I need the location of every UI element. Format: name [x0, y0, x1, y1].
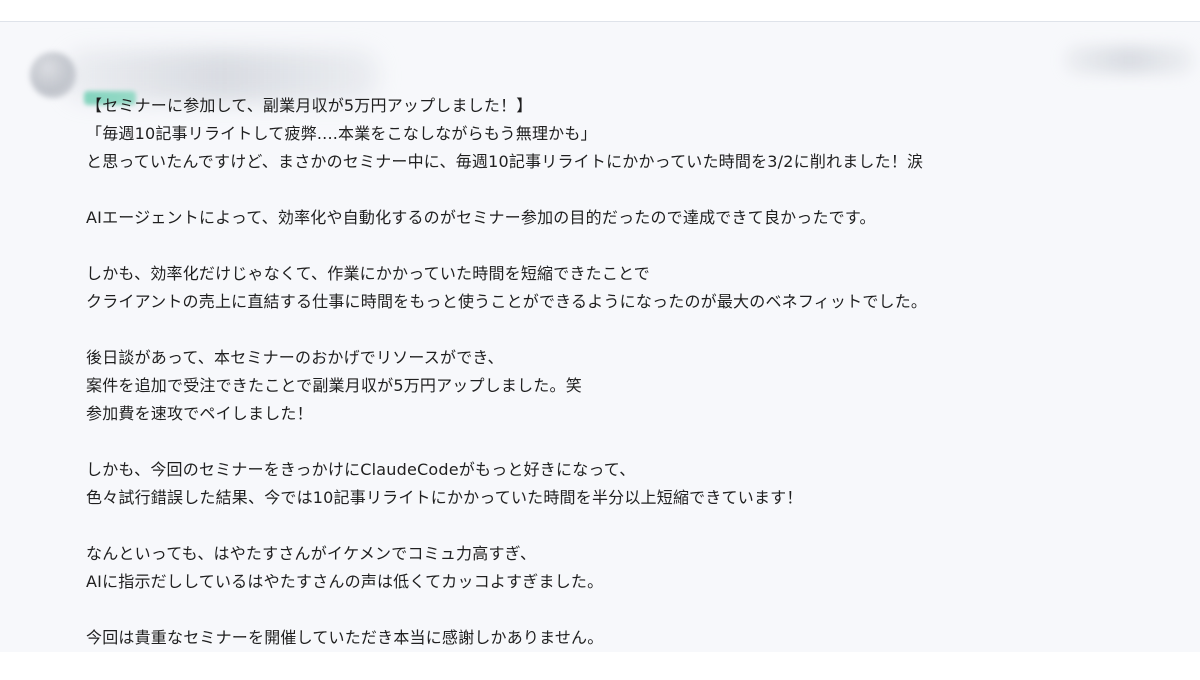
message-line: AIに指示だししているはやたすさんの声は低くてカッコよすぎました。 [86, 572, 604, 591]
message-line: クライアントの売上に直結する仕事に時間をもっと使うことができるようになったのが最… [86, 292, 928, 311]
message-line: 今回は貴重なセミナーを開催していただき本当に感謝しかありません。 [86, 628, 604, 647]
message-line: 「毎週10記事リライトして疲弊....本業をこなしながらもう無理かも」 [86, 124, 597, 143]
bottom-background [0, 652, 1200, 675]
message-line: と思っていたんですけど、まさかのセミナー中に、毎週10記事リライトにかかっていた… [86, 152, 924, 171]
message-title: 【セミナーに参加して、副業月収が5万円アップしました！】 [86, 96, 533, 115]
message-line: 案件を追加で受注できたことで副業月収が5万円アップしました。笑 [86, 376, 582, 395]
message-body: 【セミナーに参加して、副業月収が5万円アップしました！】 「毎週10記事リライト… [86, 92, 1136, 680]
blurred-right-header [1064, 46, 1194, 74]
message-line: 参加費を速攻でペイしました！ [86, 404, 313, 423]
screenshot-canvas: 【セミナーに参加して、副業月収が5万円アップしました！】 「毎週10記事リライト… [0, 0, 1200, 675]
message-line: なんといっても、はやたすさんがイケメンでコミュ力高すぎ、 [86, 544, 537, 563]
message-line: しかも、効率化だけじゃなくて、作業にかかっていた時間を短縮できたことで [86, 264, 650, 283]
message-line: 後日談があって、本セミナーのおかげでリソースができ、 [86, 348, 504, 367]
message-line: AIエージェントによって、効率化や自動化するのがセミナー参加の目的だったので達成… [86, 208, 876, 227]
message-line: 色々試行錯誤した結果、今では10記事リライトにかかっていた時間を半分以上短縮でき… [86, 488, 803, 507]
message-line: しかも、今回のセミナーをきっかけにClaudeCodeがもっと好きになって、 [86, 460, 636, 479]
